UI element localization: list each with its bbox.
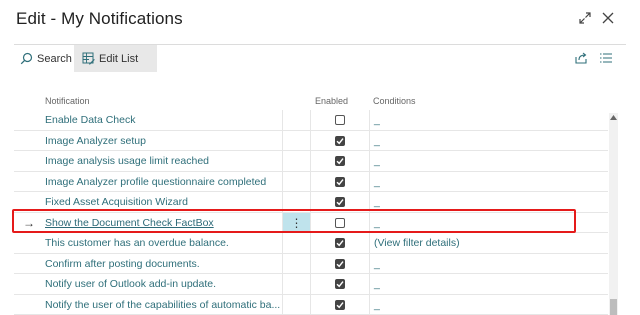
column-header-enabled[interactable]: Enabled [315,96,348,106]
enabled-checkbox[interactable] [335,279,345,289]
enabled-checkbox[interactable] [335,135,345,146]
table-row[interactable]: Image analysis usage limit reached _ [14,151,608,172]
notification-name[interactable]: Image analysis usage limit reached [45,155,281,167]
row-actions-button[interactable] [282,274,311,294]
checkmark-icon [336,137,344,144]
enabled-checkbox[interactable] [335,217,345,228]
column-divider [369,253,370,274]
conditions-link[interactable]: _ [374,258,380,270]
notification-name[interactable]: Fixed Asset Acquisition Wizard [45,196,281,208]
row-actions-button[interactable] [282,130,311,151]
column-divider [369,171,370,192]
checkmark-icon [336,199,344,206]
list-view-button[interactable] [599,51,615,67]
row-actions-button[interactable] [282,151,311,171]
checkmark-icon [336,301,344,308]
search-icon [20,52,33,65]
table-row[interactable]: This customer has an overdue balance. (Vi… [14,233,608,254]
conditions-link[interactable]: _ [374,176,380,188]
notifications-grid: Notification Enabled Conditions Enable D… [14,90,628,315]
search-label: Search [37,52,72,65]
table-row[interactable]: Enable Data Check _ [14,110,608,131]
scroll-up-arrow[interactable] [609,113,618,122]
notification-name[interactable]: Enable Data Check [45,114,281,126]
edit-list-label: Edit List [99,52,139,65]
column-header-notification[interactable]: Notification [45,96,90,106]
page-title: Edit - My Notifications [16,9,183,28]
checkmark-icon [336,281,344,288]
row-actions-button[interactable]: ⋮ [282,212,311,233]
close-button[interactable] [599,9,617,27]
table-row[interactable]: Image Analyzer profile questionnaire com… [14,171,608,192]
table-row[interactable]: Notify the user of the capabilities of a… [14,294,608,315]
scroll-thumb[interactable] [610,299,617,315]
conditions-link[interactable]: _ [374,278,380,290]
grid-header: Notification Enabled Conditions [14,90,610,112]
enabled-checkbox[interactable] [335,299,345,310]
table-row-current[interactable]: → Show the Document Check FactBox ⋮ _ [14,212,608,233]
conditions-link[interactable]: _ [374,135,380,147]
checkmark-icon [336,158,344,165]
row-actions-button[interactable] [282,171,311,192]
enabled-checkbox[interactable] [335,258,345,269]
caret-up-icon [610,115,617,120]
expand-diagonal-icon [579,12,591,24]
table-row[interactable]: Confirm after posting documents. _ [14,253,608,274]
checkmark-icon [336,260,344,267]
edit-list-button[interactable]: Edit List [74,45,157,72]
more-options-icon: ⋮ [290,215,303,230]
conditions-link[interactable]: _ [374,196,380,208]
notification-name[interactable]: Image Analyzer profile questionnaire com… [45,176,281,188]
notification-name[interactable]: Confirm after posting documents. [45,258,281,270]
close-icon [602,12,614,24]
current-row-arrow-icon: → [23,215,35,230]
table-row[interactable]: Image Analyzer setup _ [14,130,608,151]
search-button[interactable]: Search [20,45,78,72]
column-divider [369,233,370,253]
notification-name[interactable]: Show the Document Check FactBox [45,217,281,229]
expand-button[interactable] [576,9,594,27]
row-actions-button[interactable] [282,253,311,274]
vertical-scrollbar[interactable] [609,113,618,315]
share-icon [575,52,587,64]
column-divider [369,212,370,233]
action-bar: Search Edit List [14,44,626,72]
notification-name[interactable]: This customer has an overdue balance. [45,237,281,249]
enabled-checkbox[interactable] [335,176,345,187]
column-header-conditions[interactable]: Conditions [373,96,416,106]
notification-name[interactable]: Notify user of Outlook add-in update. [45,278,281,290]
row-actions-button[interactable] [282,233,311,253]
table-row[interactable]: Notify user of Outlook add-in update. _ [14,274,608,295]
enabled-checkbox[interactable] [335,197,345,207]
checkmark-icon [336,240,344,247]
grid-rows: Enable Data Check _ Image Analyzer setup _ I… [14,110,608,315]
row-actions-button[interactable] [282,192,311,212]
conditions-link[interactable]: _ [374,217,380,229]
enabled-checkbox[interactable] [335,156,345,166]
column-divider [369,151,370,171]
edit-list-icon [82,52,95,65]
table-row[interactable]: Fixed Asset Acquisition Wizard _ [14,192,608,213]
column-divider [369,130,370,151]
notification-name[interactable]: Image Analyzer setup [45,135,281,147]
column-divider [369,110,370,130]
column-divider [369,192,370,212]
enabled-checkbox[interactable] [335,115,345,125]
conditions-link[interactable]: _ [374,299,380,311]
notification-name[interactable]: Notify the user of the capabilities of a… [45,299,281,311]
list-view-icon [600,53,612,63]
row-actions-button[interactable] [282,294,311,315]
enabled-checkbox[interactable] [335,238,345,248]
column-divider [369,274,370,294]
row-actions-button[interactable] [282,110,311,130]
checkmark-icon [336,178,344,185]
share-button[interactable] [574,51,590,67]
column-divider [369,294,370,315]
conditions-link[interactable]: _ [374,155,380,167]
conditions-link[interactable]: (View filter details) [374,237,460,249]
conditions-link[interactable]: _ [374,114,380,126]
